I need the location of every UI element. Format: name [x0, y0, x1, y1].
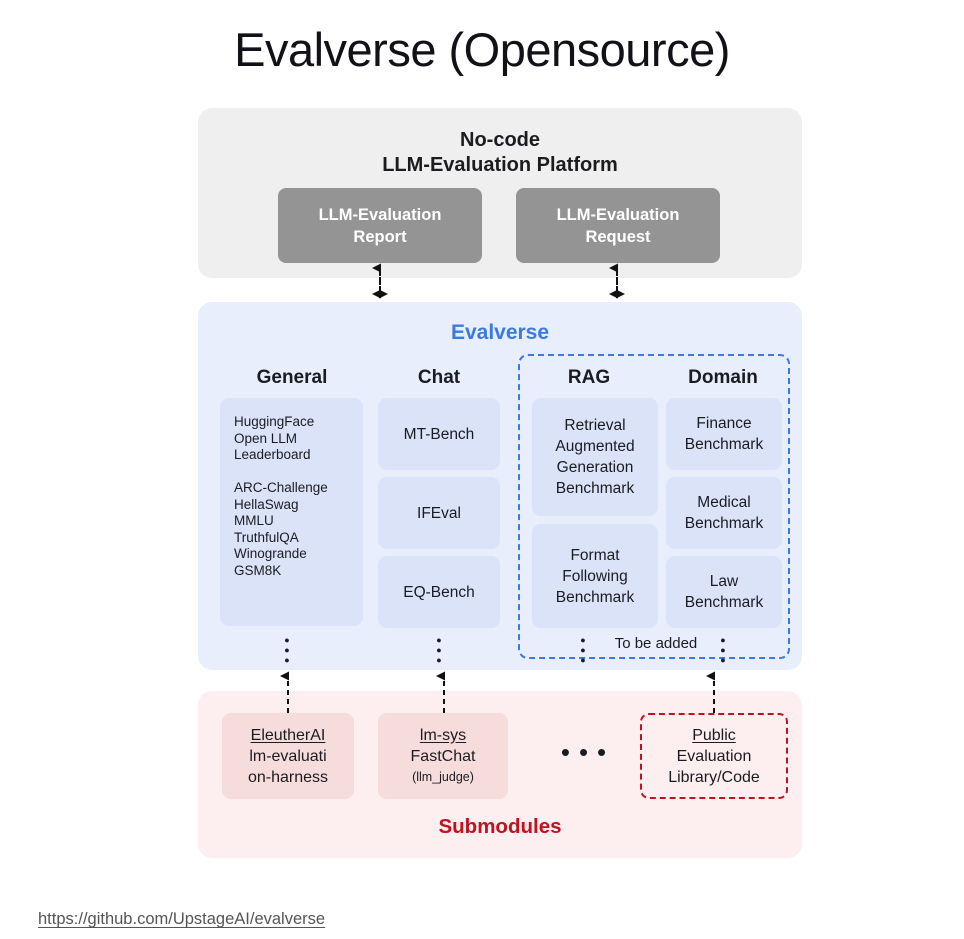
rag-benchmark-format-following[interactable]: Format Following Benchmark — [532, 524, 658, 628]
chat-benchmark-mt-bench[interactable]: MT-Bench — [378, 398, 500, 470]
submodule-public-head: Public — [692, 726, 736, 744]
evalverse-heading: Evalverse — [450, 321, 550, 344]
chat-benchmark-ifeval[interactable]: IFEval — [378, 477, 500, 549]
domain-benchmark-law[interactable]: Law Benchmark — [666, 556, 782, 628]
horizontal-ellipsis-icon-submodules: ••• — [560, 737, 616, 767]
submodule-public-evaluation-library[interactable]: Public Evaluation Library/Code — [640, 713, 788, 799]
submodule-eleutherai-body: lm-evaluati on-harness — [247, 747, 329, 786]
evalverse-panel: Evalverse General Chat RAG Domain Huggin… — [198, 302, 802, 670]
repository-link[interactable]: https://github.com/UpstageAI/evalverse — [38, 910, 325, 929]
vertical-ellipsis-icon-rag: ● ● ● — [580, 635, 586, 665]
submodule-lm-sys[interactable]: lm-sys FastChat (llm_judge) — [378, 713, 508, 799]
submodule-lm-sys-note: (llm_judge) — [412, 769, 474, 784]
column-title-general: General — [256, 367, 328, 388]
to-be-added-label: To be added — [614, 635, 698, 652]
llm-evaluation-request-box[interactable]: LLM-Evaluation Request — [516, 188, 720, 263]
submodule-lm-sys-body: FastChat — [410, 747, 476, 765]
domain-benchmark-finance[interactable]: Finance Benchmark — [666, 398, 782, 470]
general-benchmarks-list: HuggingFace Open LLM Leaderboard ARC-Cha… — [234, 414, 328, 578]
submodules-panel: EleutherAI lm-evaluati on-harness lm-sys… — [198, 691, 802, 858]
submodule-public-body: Evaluation Library/Code — [668, 747, 760, 786]
page-title: Evalverse (Opensource) — [234, 23, 730, 76]
chat-benchmark-eq-bench[interactable]: EQ-Bench — [378, 556, 500, 628]
general-benchmarks-box[interactable]: HuggingFace Open LLM Leaderboard ARC-Cha… — [220, 398, 363, 626]
platform-heading: No-code LLM-Evaluation Platform — [382, 129, 618, 176]
vertical-ellipsis-icon-general: ● ● ● — [284, 635, 290, 665]
column-title-domain: Domain — [688, 367, 758, 388]
no-code-platform-panel: No-code LLM-Evaluation Platform LLM-Eval… — [198, 108, 802, 278]
vertical-ellipsis-icon-chat: ● ● ● — [436, 635, 442, 665]
submodule-lm-sys-head: lm-sys — [419, 726, 467, 744]
column-title-chat: Chat — [417, 367, 461, 388]
llm-evaluation-report-box[interactable]: LLM-Evaluation Report — [278, 188, 482, 263]
vertical-ellipsis-icon-domain: ● ● ● — [720, 635, 726, 665]
submodule-eleutherai[interactable]: EleutherAI lm-evaluati on-harness — [222, 713, 354, 799]
submodules-label: Submodules — [438, 815, 562, 838]
domain-benchmark-medical[interactable]: Medical Benchmark — [666, 477, 782, 549]
column-title-rag: RAG — [567, 367, 611, 388]
submodule-eleutherai-head: EleutherAI — [250, 726, 326, 744]
rag-benchmark-retrieval-augmented-generation[interactable]: Retrieval Augmented Generation Benchmark — [532, 398, 658, 516]
